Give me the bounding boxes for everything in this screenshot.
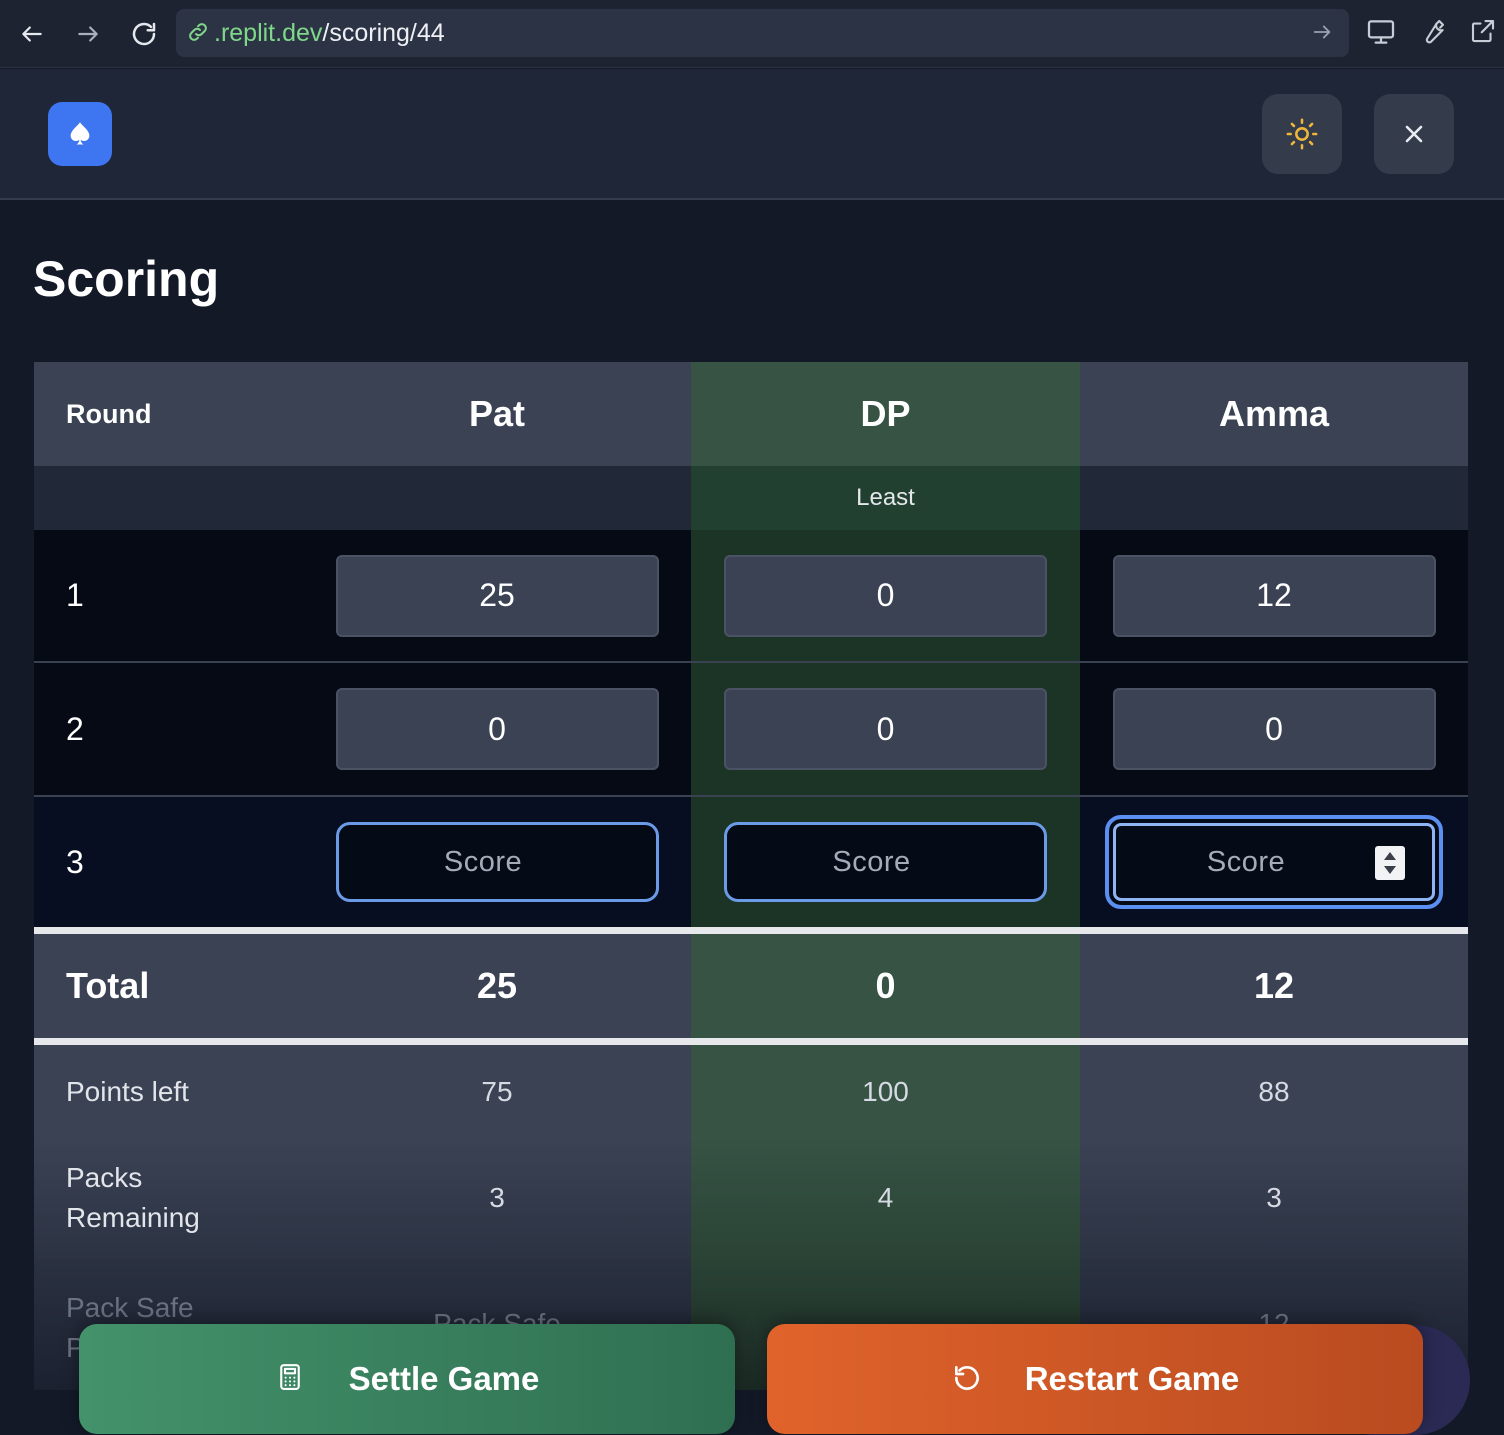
packs-remaining-row: Packs Remaining 3 4 3 xyxy=(34,1138,1468,1258)
divider xyxy=(34,1038,1468,1045)
table-row: 1 25 0 12 xyxy=(34,530,1468,663)
total-dp: 0 xyxy=(691,934,1080,1038)
calculator-icon xyxy=(275,1362,309,1396)
close-icon xyxy=(1400,120,1428,148)
back-icon[interactable] xyxy=(12,14,52,54)
monitor-icon[interactable] xyxy=(1365,16,1397,48)
restart-icon xyxy=(951,1362,985,1396)
table-header-row: Round Pat DP Amma xyxy=(34,362,1468,466)
link-icon xyxy=(186,20,212,46)
player-header-dp: DP xyxy=(691,362,1080,466)
points-left-pat: 75 xyxy=(481,1075,513,1107)
forward-icon[interactable] xyxy=(68,14,108,54)
browser-toolbar: .replit.dev/scoring/44 xyxy=(0,0,1504,68)
url-path: /scoring/44 xyxy=(322,18,445,47)
score-input-amma[interactable]: Score xyxy=(1105,815,1443,909)
settle-game-button[interactable]: Settle Game xyxy=(79,1324,735,1434)
round-number: 2 xyxy=(66,710,84,747)
go-arrow-icon[interactable] xyxy=(1311,21,1335,45)
packs-pat: 3 xyxy=(489,1182,505,1213)
total-row: Total 25 0 12 xyxy=(34,934,1468,1038)
spade-icon[interactable] xyxy=(48,102,112,166)
score-input-pat[interactable]: Score xyxy=(335,822,659,902)
total-amma: 12 xyxy=(1253,965,1295,1006)
points-left-amma: 88 xyxy=(1258,1075,1290,1107)
score-field-pat[interactable]: 0 xyxy=(335,688,659,770)
theme-toggle-button[interactable] xyxy=(1262,94,1342,174)
table-row: 3 Score Score Score xyxy=(34,797,1468,927)
divider xyxy=(34,927,1468,934)
restart-game-button[interactable]: Restart Game xyxy=(767,1324,1423,1434)
status-row: Least xyxy=(34,466,1468,530)
app-header xyxy=(0,69,1504,200)
table-row: 2 0 0 0 xyxy=(34,663,1468,797)
points-left-dp: 100 xyxy=(691,1045,1080,1138)
scoring-table: Round Pat DP Amma Least 1 25 0 12 2 0 0 … xyxy=(34,362,1468,1390)
close-button[interactable] xyxy=(1374,94,1454,174)
restart-game-label: Restart Game xyxy=(1024,1360,1240,1397)
page-title: Scoring xyxy=(33,251,220,307)
score-placeholder: Score xyxy=(1206,845,1286,878)
points-left-row: Points left 75 100 88 xyxy=(34,1045,1468,1138)
total-label: Total xyxy=(66,965,150,1006)
round-number: 3 xyxy=(66,843,84,880)
url-domain: .replit.dev xyxy=(214,18,323,47)
score-field-dp[interactable]: 0 xyxy=(724,554,1047,637)
player-header-amma: Amma xyxy=(1218,393,1330,434)
url-bar[interactable]: .replit.dev/scoring/44 xyxy=(176,9,1349,57)
number-spinner[interactable] xyxy=(1375,846,1405,880)
score-field-amma[interactable]: 0 xyxy=(1112,688,1436,770)
player-header-pat: Pat xyxy=(468,393,526,434)
points-left-label: Points left xyxy=(66,1075,189,1107)
score-field-dp[interactable]: 0 xyxy=(724,688,1047,770)
score-field-pat[interactable]: 25 xyxy=(335,554,659,637)
packs-remaining-label: Packs Remaining xyxy=(66,1162,200,1233)
score-field-amma[interactable]: 12 xyxy=(1112,554,1436,637)
settle-game-label: Settle Game xyxy=(348,1360,540,1397)
sun-icon xyxy=(1285,117,1319,151)
packs-dp: 4 xyxy=(691,1138,1080,1258)
reload-icon[interactable] xyxy=(124,14,164,54)
round-column-header: Round xyxy=(66,398,152,429)
score-input-dp[interactable]: Score xyxy=(724,822,1047,902)
packs-amma: 3 xyxy=(1266,1182,1282,1213)
least-badge: Least xyxy=(691,466,1080,530)
wrench-icon[interactable] xyxy=(1418,16,1450,48)
total-pat: 25 xyxy=(476,965,518,1006)
round-number: 1 xyxy=(66,577,84,613)
external-link-icon[interactable] xyxy=(1468,16,1500,48)
